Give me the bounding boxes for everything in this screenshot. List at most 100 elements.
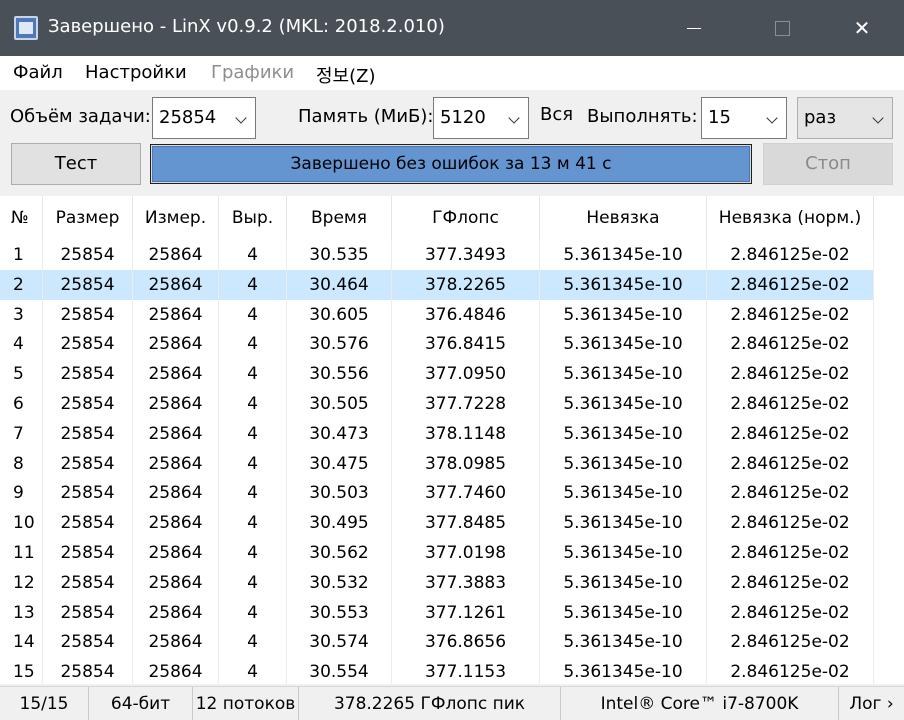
cell-col-size: 25854	[43, 627, 133, 658]
cell-col-align: 4	[219, 389, 287, 419]
cell-col-size: 25854	[43, 269, 133, 300]
header-col-gflops[interactable]: ГФлопс	[392, 196, 540, 240]
menu-graphs[interactable]: Графики	[211, 62, 294, 83]
cell-col-size: 25854	[43, 538, 133, 568]
cell-col-residual-norm: 2.846125e-02	[707, 329, 874, 360]
progress-text: Завершено без ошибок за 13 м 41 с	[290, 154, 612, 174]
cell-col-align: 4	[219, 597, 287, 628]
stop-button[interactable]: Стоп	[763, 143, 893, 185]
cell-col-dim: 25864	[133, 240, 219, 270]
cell-col-time: 30.495	[287, 508, 392, 539]
cell-col-number: 10	[0, 508, 43, 539]
cell-col-size: 25854	[43, 657, 133, 684]
table-row[interactable]: 1 25854 25864 4 30.535 377.3493 5.361345e-10 2.…	[0, 240, 874, 270]
cell-col-residual: 5.361345e-10	[540, 269, 707, 300]
cell-col-residual: 5.361345e-10	[540, 359, 707, 390]
cell-col-number: 12	[0, 567, 43, 598]
header-col-number[interactable]: №	[0, 196, 43, 240]
header-col-align[interactable]: Выр.	[219, 196, 287, 240]
table-row[interactable]: 4 25854 25864 4 30.576 376.8415 5.361345e-10 2.…	[0, 329, 874, 360]
run-count-value: 15	[708, 107, 731, 128]
cell-col-align: 4	[219, 627, 287, 658]
table-row[interactable]: 11 25854 25864 4 30.562 377.0198 5.361345e-10 2…	[0, 538, 874, 568]
window-title: Завершено - LinX v0.9.2 (MKL: 2018.2.010…	[48, 16, 445, 37]
cell-col-align: 4	[219, 478, 287, 509]
header-col-size[interactable]: Размер	[43, 196, 133, 240]
memory-label: Память (МиБ):	[298, 106, 434, 127]
memory-combo[interactable]: 5120	[433, 97, 529, 139]
header-col-dim[interactable]: Измер.	[133, 196, 219, 240]
cell-col-number: 4	[0, 329, 43, 360]
menu-file[interactable]: Файл	[13, 62, 63, 83]
cell-col-time: 30.473	[287, 418, 392, 449]
cell-col-residual-norm: 2.846125e-02	[707, 478, 874, 509]
cell-col-time: 30.576	[287, 329, 392, 360]
close-button[interactable]: ✕	[832, 0, 892, 56]
cell-col-residual: 5.361345e-10	[540, 389, 707, 419]
cell-col-gflops: 377.8485	[392, 508, 540, 539]
test-button[interactable]: Тест	[11, 143, 141, 185]
table-row[interactable]: 5 25854 25864 4 30.556 377.0950 5.361345e-10 2.…	[0, 359, 874, 390]
table-row[interactable]: 3 25854 25864 4 30.605 376.4846 5.361345e-10 2.…	[0, 299, 874, 330]
cell-col-residual-norm: 2.846125e-02	[707, 359, 874, 390]
cell-col-dim: 25864	[133, 389, 219, 419]
cell-col-residual: 5.361345e-10	[540, 299, 707, 330]
chevron-down-icon	[508, 112, 520, 124]
log-button[interactable]: Лог ›	[839, 687, 904, 720]
status-bitness: 64-бит	[89, 687, 193, 720]
run-unit-combo[interactable]: раз	[797, 97, 893, 139]
table-row[interactable]: 10 25854 25864 4 30.495 377.8485 5.361345e-10 2…	[0, 508, 874, 539]
minimize-button[interactable]	[664, 0, 724, 56]
cell-col-dim: 25864	[133, 478, 219, 509]
header-col-time[interactable]: Время	[287, 196, 392, 240]
menu-settings[interactable]: Настройки	[85, 62, 187, 83]
cell-col-residual-norm: 2.846125e-02	[707, 389, 874, 419]
cell-col-time: 30.562	[287, 538, 392, 568]
status-threads: 12 потоков	[193, 687, 299, 720]
cell-col-residual-norm: 2.846125e-02	[707, 567, 874, 598]
table-row[interactable]: 7 25854 25864 4 30.473 378.1148 5.361345e-10 2.…	[0, 418, 874, 449]
maximize-button[interactable]	[752, 0, 812, 56]
table-row[interactable]: 6 25854 25864 4 30.505 377.7228 5.361345e-10 2.…	[0, 389, 874, 419]
table-row[interactable]: 2 25854 25864 4 30.464 378.2265 5.361345e-10 2.…	[0, 269, 874, 300]
cell-col-residual-norm: 2.846125e-02	[707, 627, 874, 658]
problem-size-value: 25854	[159, 107, 217, 128]
table-row[interactable]: 13 25854 25864 4 30.553 377.1261 5.361345e-10 2…	[0, 597, 874, 628]
cell-col-time: 30.503	[287, 478, 392, 509]
cell-col-gflops: 377.7460	[392, 478, 540, 509]
all-memory-label[interactable]: Вся	[540, 104, 573, 125]
cell-col-residual-norm: 2.846125e-02	[707, 269, 874, 300]
cell-col-gflops: 376.8656	[392, 627, 540, 658]
cell-col-number: 6	[0, 389, 43, 419]
cell-col-time: 30.605	[287, 299, 392, 330]
cell-col-residual: 5.361345e-10	[540, 657, 707, 684]
table-row[interactable]: 9 25854 25864 4 30.503 377.7460 5.361345e-10 2.…	[0, 478, 874, 509]
cell-col-residual: 5.361345e-10	[540, 478, 707, 509]
cell-col-residual-norm: 2.846125e-02	[707, 538, 874, 568]
cell-col-residual: 5.361345e-10	[540, 329, 707, 360]
table-row[interactable]: 8 25854 25864 4 30.475 378.0985 5.361345e-10 2.…	[0, 448, 874, 479]
cell-col-time: 30.554	[287, 657, 392, 684]
table-row[interactable]: 15 25854 25864 4 30.554 377.1153 5.361345e-10 2…	[0, 657, 874, 684]
cell-col-size: 25854	[43, 299, 133, 330]
chevron-down-icon	[235, 112, 247, 124]
cell-col-gflops: 376.4846	[392, 299, 540, 330]
menu-info[interactable]: 정보(Z)	[316, 62, 376, 88]
cell-col-gflops: 377.0198	[392, 538, 540, 568]
cell-col-residual: 5.361345e-10	[540, 418, 707, 449]
header-col-residual-norm[interactable]: Невязка (норм.)	[707, 196, 874, 240]
problem-size-combo[interactable]: 25854	[152, 97, 256, 139]
cell-col-number: 14	[0, 627, 43, 658]
table-row[interactable]: 12 25854 25864 4 30.532 377.3883 5.361345e-10 2…	[0, 567, 874, 598]
menu-bar: Файл Настройки Графики 정보(Z)	[0, 56, 904, 90]
cell-col-align: 4	[219, 329, 287, 360]
table-row[interactable]: 14 25854 25864 4 30.574 376.8656 5.361345e-10 2…	[0, 627, 874, 658]
title-bar: Завершено - LinX v0.9.2 (MKL: 2018.2.010…	[0, 0, 904, 56]
cell-col-align: 4	[219, 418, 287, 449]
cell-col-residual: 5.361345e-10	[540, 597, 707, 628]
run-label: Выполнять:	[587, 106, 698, 127]
run-count-combo[interactable]: 15	[701, 97, 787, 139]
cell-col-dim: 25864	[133, 627, 219, 658]
header-col-residual[interactable]: Невязка	[540, 196, 707, 240]
cell-col-gflops: 377.0950	[392, 359, 540, 390]
